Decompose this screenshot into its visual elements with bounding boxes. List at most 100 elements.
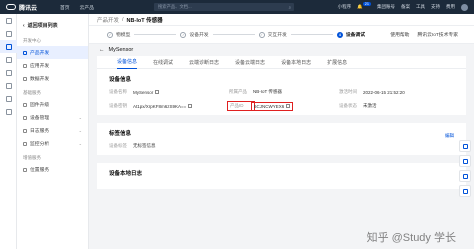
mini-program-link[interactable]: 小程序 [338, 4, 352, 10]
nav-item-monitor[interactable]: 监控分析 ⌄ [17, 137, 88, 150]
breadcrumb: 产品开发 / NB-IoT 传感器 [89, 14, 474, 26]
tab-device-info[interactable]: 设备信息 [117, 56, 138, 69]
section-title: 标签信息 [109, 131, 132, 137]
expert-link[interactable]: 腾讯云IoT技术专家 [417, 31, 458, 38]
data-icon [23, 76, 27, 81]
device-name-title: MySensor [108, 47, 134, 53]
section-title: 设备本地日志 [109, 171, 143, 177]
nav-item-device-mgmt[interactable]: 设备管理 ⌄ [17, 111, 88, 124]
edit-tags-link[interactable]: 编辑 [445, 133, 454, 139]
copy-icon[interactable] [286, 104, 290, 108]
local-log-card: 设备本地日志 [97, 163, 466, 189]
log-icon [23, 128, 27, 133]
device-tabs: 设备信息 在线调试 云端诊断日志 设备云端日志 设备本地日志 扩展信息 [97, 56, 466, 69]
rail-device-icon[interactable] [0, 79, 17, 92]
rail-menu-icon[interactable] [0, 14, 17, 27]
top-link-billing[interactable]: 费用 [446, 4, 455, 10]
breadcrumb-parent[interactable]: 产品开发 [97, 16, 119, 24]
brand-logo[interactable]: 腾讯云 [0, 3, 55, 12]
chevron-down-icon: ⌄ [78, 115, 82, 120]
device-info-card: 设备信息 设备名称 MySensor 所属产品 NB-IoT 传感器 激活时间 202… [97, 69, 466, 115]
back-to-projects[interactable]: ‹ 返回项目列表 [17, 18, 88, 33]
home-link[interactable]: 首页 [55, 4, 75, 11]
page-title: NB-IoT 传感器 [126, 17, 163, 24]
cloud-logo-icon [6, 4, 16, 10]
app-icon [23, 63, 27, 68]
tab-extended-info[interactable]: 扩展信息 [327, 56, 347, 69]
top-right-group: 小程序 🔔 21 集团账号 备案 工具 支持 费用 [338, 2, 474, 11]
rail-grid-icon[interactable] [0, 27, 17, 40]
search-icon: ⌕ [288, 4, 292, 10]
section-title: 设备信息 [109, 77, 132, 83]
watermark: 知乎 @Study 学长 [366, 232, 456, 244]
chevron-down-icon: ⌄ [78, 141, 82, 146]
notification-badge: 21 [362, 2, 371, 6]
check-icon: ✓ [258, 31, 265, 38]
product-icon [23, 50, 27, 55]
nav-item-firmware[interactable]: 固件升级 [17, 98, 88, 111]
floating-toolbar [459, 140, 471, 197]
tab-online-debug[interactable]: 在线调试 [153, 56, 173, 69]
main-content: 产品开发 / NB-IoT 传感器 ✓ 物模型 ✓ 设备开发 ✓ 交互开发 4 设备调试… [89, 14, 474, 249]
top-link-support[interactable]: 支持 [431, 4, 440, 10]
firmware-icon [23, 102, 27, 107]
tab-cloud-diagnostic-log[interactable]: 云端诊断日志 [189, 56, 219, 69]
step-connector [212, 34, 255, 35]
top-link-tools[interactable]: 工具 [416, 4, 425, 10]
feedback-icon[interactable] [459, 140, 471, 152]
field-device-tags: 设备标签 无标签信息 [109, 143, 156, 148]
search-placeholder: 搜索产品、文档... [158, 4, 192, 9]
field-product: 所属产品 NB-IoT 传感器 [229, 89, 282, 94]
field-device-status: 设备状态 未激活 [339, 103, 377, 108]
step-debug[interactable]: 4 设备调试 [336, 31, 365, 38]
step-interaction[interactable]: ✓ 交互开发 [258, 31, 287, 38]
notification-bell-icon[interactable]: 🔔 21 [357, 2, 371, 10]
nav-item-logs[interactable]: 日志服务 ⌄ [17, 124, 88, 137]
rail-data-icon[interactable] [0, 66, 17, 79]
nav-item-app-dev[interactable]: 应用开发 [17, 59, 88, 72]
progress-steps: ✓ 物模型 ✓ 设备开发 ✓ 交互开发 4 设备调试 使用帮助 腾讯云IoT技术专家 [89, 26, 474, 44]
step-model[interactable]: ✓ 物模型 [107, 31, 130, 38]
step-extra-links: 使用帮助 腾讯云IoT技术专家 [390, 31, 474, 38]
back-arrow-icon[interactable]: ← [99, 47, 105, 53]
rail-log-icon[interactable] [0, 92, 17, 105]
tag-info-card: 标签信息 编辑 设备标签 无标签信息 [97, 123, 466, 155]
nav-item-location[interactable]: 位置服务 [17, 163, 88, 176]
avatar[interactable] [461, 3, 468, 11]
tab-device-local-log[interactable]: 设备本地日志 [281, 56, 311, 69]
check-icon: ✓ [180, 31, 187, 38]
monitor-icon [23, 141, 27, 146]
field-activation-time: 激活时间 2022-06-15 21:52:20 [339, 89, 405, 95]
check-icon: ✓ [107, 31, 113, 38]
top-link-beian[interactable]: 备案 [401, 4, 410, 10]
rail-app-icon[interactable] [0, 53, 17, 66]
top-bar: 腾讯云 首页 云产品 搜索产品、文档... ⌕ 小程序 🔔 21 集团账号 备案 … [0, 0, 474, 14]
rail-chart-icon[interactable] [0, 105, 17, 118]
brand-name: 腾讯云 [19, 5, 38, 12]
help-link[interactable]: 使用帮助 [390, 31, 409, 38]
step-number: 4 [336, 31, 343, 38]
top-link-group[interactable]: 集团账号 [377, 4, 395, 10]
nav-group-title: 基础服务 [23, 90, 41, 95]
nav-item-data-dev[interactable]: 数据开发 [17, 72, 88, 85]
side-nav: ‹ 返回项目列表 开发中心 产品开发 应用开发 数据开发 基础服务 固件升级 设… [17, 14, 89, 249]
search-input[interactable]: 搜索产品、文档... ⌕ [154, 3, 295, 11]
copy-icon[interactable] [155, 90, 159, 94]
tab-device-cloud-log[interactable]: 设备云端日志 [235, 56, 265, 69]
breadcrumb-sep: / [122, 16, 124, 23]
field-product-id: 产品ID 6CJNCWYEX6 [227, 101, 339, 111]
rail-product-icon[interactable] [0, 40, 17, 53]
doc-icon[interactable] [459, 170, 471, 182]
chat-icon[interactable] [459, 185, 471, 197]
step-device-dev[interactable]: ✓ 设备开发 [180, 31, 209, 38]
back-label: 返回项目列表 [27, 23, 58, 29]
copy-icon[interactable] [188, 104, 192, 108]
products-menu[interactable]: 云产品 [75, 4, 99, 11]
device-icon [23, 115, 27, 120]
nav-item-product-dev[interactable]: 产品开发 [17, 46, 88, 59]
back-arrow-icon: ‹ [23, 22, 25, 29]
step-connector [290, 34, 333, 35]
step-connector [134, 34, 177, 35]
field-device-name: 设备名称 MySensor [109, 89, 229, 95]
edit-icon[interactable] [459, 155, 471, 167]
